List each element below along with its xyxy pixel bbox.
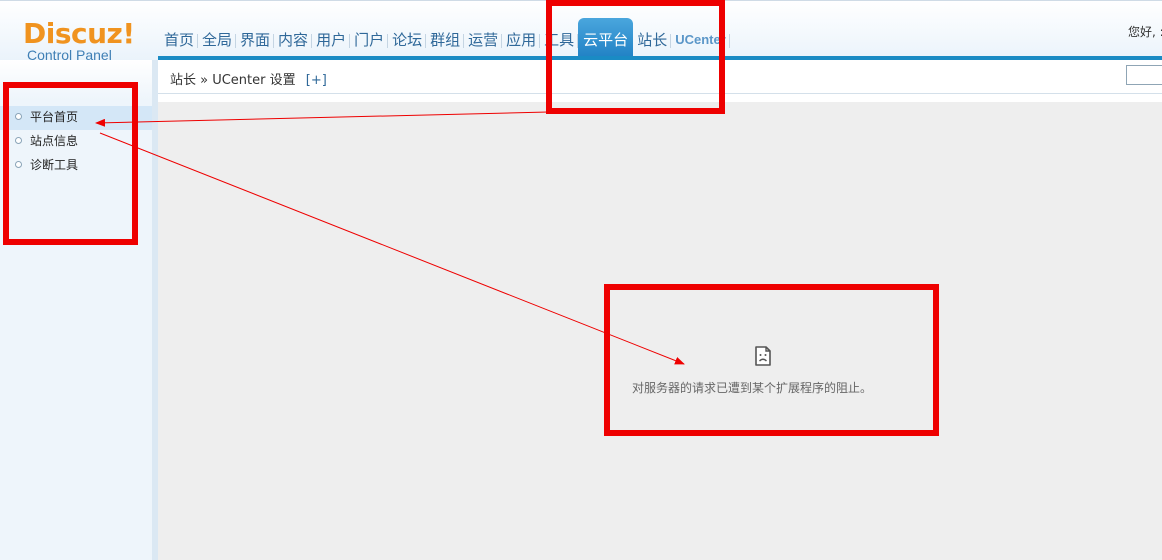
user-greeting: 您好, :: [1128, 25, 1162, 39]
tab-users[interactable]: 用户: [312, 18, 351, 59]
tab-style[interactable]: 界面: [236, 18, 275, 59]
discuz-logo[interactable]: Discuz! Control Panel: [23, 17, 135, 64]
breadcrumb-text: 站长 » UCenter 设置: [170, 73, 296, 88]
logo-title: Discuz!: [23, 17, 135, 50]
annotation-box-content: [604, 284, 939, 436]
annotation-box-sidebar: [3, 82, 138, 245]
tab-groups[interactable]: 群组: [426, 18, 465, 59]
annotation-box-nav: [546, 0, 725, 114]
tab-global[interactable]: 全局: [198, 18, 237, 59]
search-input[interactable]: [1126, 65, 1162, 85]
tab-operation[interactable]: 运营: [464, 18, 503, 59]
tab-home[interactable]: 首页: [160, 18, 199, 59]
breadcrumb: 站长 » UCenter 设置 [+]: [170, 69, 327, 88]
tab-content[interactable]: 内容: [274, 18, 313, 59]
tab-forum[interactable]: 论坛: [388, 18, 427, 59]
tab-apps[interactable]: 应用: [502, 18, 541, 59]
tab-portal[interactable]: 门户: [350, 18, 389, 59]
breadcrumb-expand-button[interactable]: [+]: [306, 73, 327, 88]
